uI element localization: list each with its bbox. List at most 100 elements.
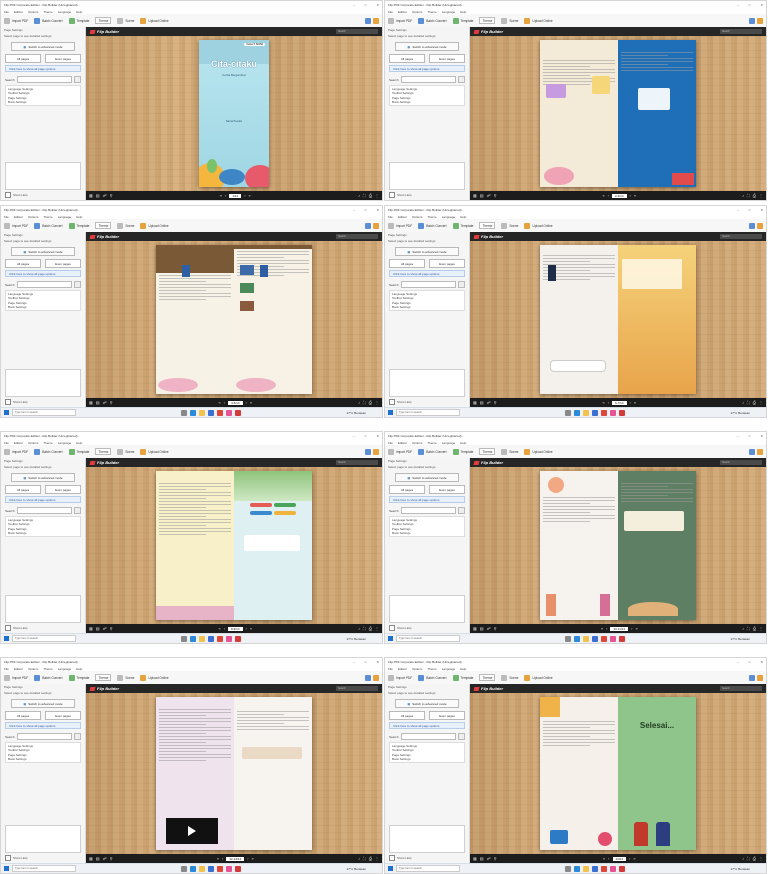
taskbar-search-input[interactable]: Type here to search [12,865,76,872]
left-page[interactable] [540,697,618,850]
page-number[interactable]: 1/14 [229,193,242,198]
right-page[interactable] [618,471,696,620]
fullscreen-icon[interactable]: ⛶ [747,400,750,405]
menu-language[interactable]: Language [442,10,455,14]
first-page-icon[interactable]: « [603,856,605,861]
theme-select[interactable]: Theme [479,222,496,229]
menu-language[interactable]: Language [442,215,455,219]
menu-language[interactable]: Language [58,10,71,14]
batch-convert-button[interactable]: Batch Convert [418,674,447,681]
batch-convert-button[interactable]: Batch Convert [34,674,63,681]
first-page-icon[interactable]: « [218,400,220,405]
store-icon[interactable] [208,865,215,872]
thumbnail-icon[interactable]: ▤ [96,856,100,861]
scene-button[interactable]: Scene [501,448,518,455]
next-page-icon[interactable]: › [247,856,248,861]
thumbnail-icon[interactable]: ▤ [96,626,100,631]
page-options-tip[interactable]: Click here to show all page options [5,65,81,72]
next-page-icon[interactable]: › [630,193,631,198]
menu-help[interactable]: Help [76,10,82,14]
batch-convert-button[interactable]: Batch Convert [418,222,447,229]
publish-button[interactable] [365,674,379,681]
menu-options[interactable]: Options [28,667,38,671]
viewer-search-input[interactable]: Search [720,686,762,691]
import-pdf-button[interactable]: Import PDF [4,674,28,681]
thumbnail-icon[interactable]: ▤ [96,400,100,405]
menu-options[interactable]: Options [412,667,422,671]
batch-convert-button[interactable]: Batch Convert [418,448,447,455]
first-page-icon[interactable]: « [602,193,604,198]
print-icon[interactable]: ⎙ [369,626,372,631]
viewer-search-input[interactable]: Search [720,234,762,239]
switch-advanced-button[interactable]: ▦ Switch to advanced mode [395,247,459,256]
app-icon[interactable] [226,409,233,416]
sound-icon[interactable]: ♪ [742,856,744,861]
menu-options[interactable]: Options [28,441,38,445]
upload-online-button[interactable]: Upload Online [524,17,553,24]
page-number[interactable]: 14/14 [612,856,627,861]
last-page-icon[interactable]: » [635,626,637,631]
start-icon[interactable] [4,636,9,641]
last-page-icon[interactable]: » [250,626,252,631]
menu-file[interactable]: File [4,667,9,671]
first-page-icon[interactable]: « [218,626,220,631]
theme-select[interactable]: Theme [95,448,112,455]
search-icon[interactable] [74,733,81,740]
tree-item[interactable]: Book Settings [8,305,78,309]
all-pages-select[interactable]: All pages [389,259,425,268]
even-pages-select[interactable]: Even pages [45,54,81,63]
taskview-icon[interactable] [181,635,188,642]
taskview-icon[interactable] [181,409,188,416]
print-icon[interactable]: ⎙ [753,856,756,861]
explorer-icon[interactable] [583,635,590,642]
settings-search-input[interactable] [400,76,456,83]
scene-button[interactable]: Scene [117,674,134,681]
last-page-icon[interactable]: » [633,856,635,861]
scene-button[interactable]: Scene [501,17,518,24]
menu-theme[interactable]: Theme [427,441,436,445]
share-icon[interactable]: ☍ [487,626,491,631]
template-button[interactable]: Template [452,222,473,229]
settings-search-input[interactable] [400,733,456,740]
menu-theme[interactable]: Theme [427,667,436,671]
publish-button[interactable] [365,222,379,229]
start-icon[interactable] [388,866,393,871]
first-page-icon[interactable]: « [220,193,222,198]
edge-icon[interactable] [574,635,581,642]
menu-theme[interactable]: Theme [43,441,52,445]
next-page-icon[interactable]: › [246,626,247,631]
sound-icon[interactable]: ♪ [742,400,744,405]
switch-advanced-button[interactable]: ▦ Switch to advanced mode [395,42,459,51]
last-page-icon[interactable]: » [250,400,252,405]
right-page[interactable] [234,245,312,394]
more-icon[interactable]: ⋮ [375,193,379,198]
viewer-search-input[interactable]: Search [336,29,378,34]
left-page[interactable] [156,471,234,620]
flipbook[interactable] [156,697,312,850]
upload-online-button[interactable]: Upload Online [524,674,553,681]
chrome-icon[interactable] [601,635,608,642]
template-button[interactable]: Template [68,674,89,681]
all-pages-select[interactable]: All pages [5,711,41,720]
search-icon[interactable] [74,76,81,83]
batch-convert-button[interactable]: Batch Convert [34,448,63,455]
publish-button[interactable] [365,17,379,24]
menu-file[interactable]: File [388,215,393,219]
settings-search-input[interactable] [16,733,72,740]
explorer-icon[interactable] [583,865,590,872]
page-options-tip[interactable]: Click here to show all page options [389,722,465,729]
grid-icon[interactable]: ▦ [473,193,477,198]
search-icon[interactable] [458,733,465,740]
prev-page-icon[interactable]: ‹ [606,626,607,631]
menu-help[interactable]: Help [76,441,82,445]
help-checkbox[interactable] [389,399,395,405]
next-page-icon[interactable]: › [630,400,631,405]
publish-button[interactable] [365,448,379,455]
sound-icon[interactable]: ♪ [358,193,360,198]
search-icon[interactable] [458,507,465,514]
chrome-icon[interactable] [601,865,608,872]
zoom-icon[interactable]: ⚲ [110,626,113,631]
menu-theme[interactable]: Theme [43,10,52,14]
menu-edition[interactable]: Edition [14,441,23,445]
explorer-icon[interactable] [583,409,590,416]
